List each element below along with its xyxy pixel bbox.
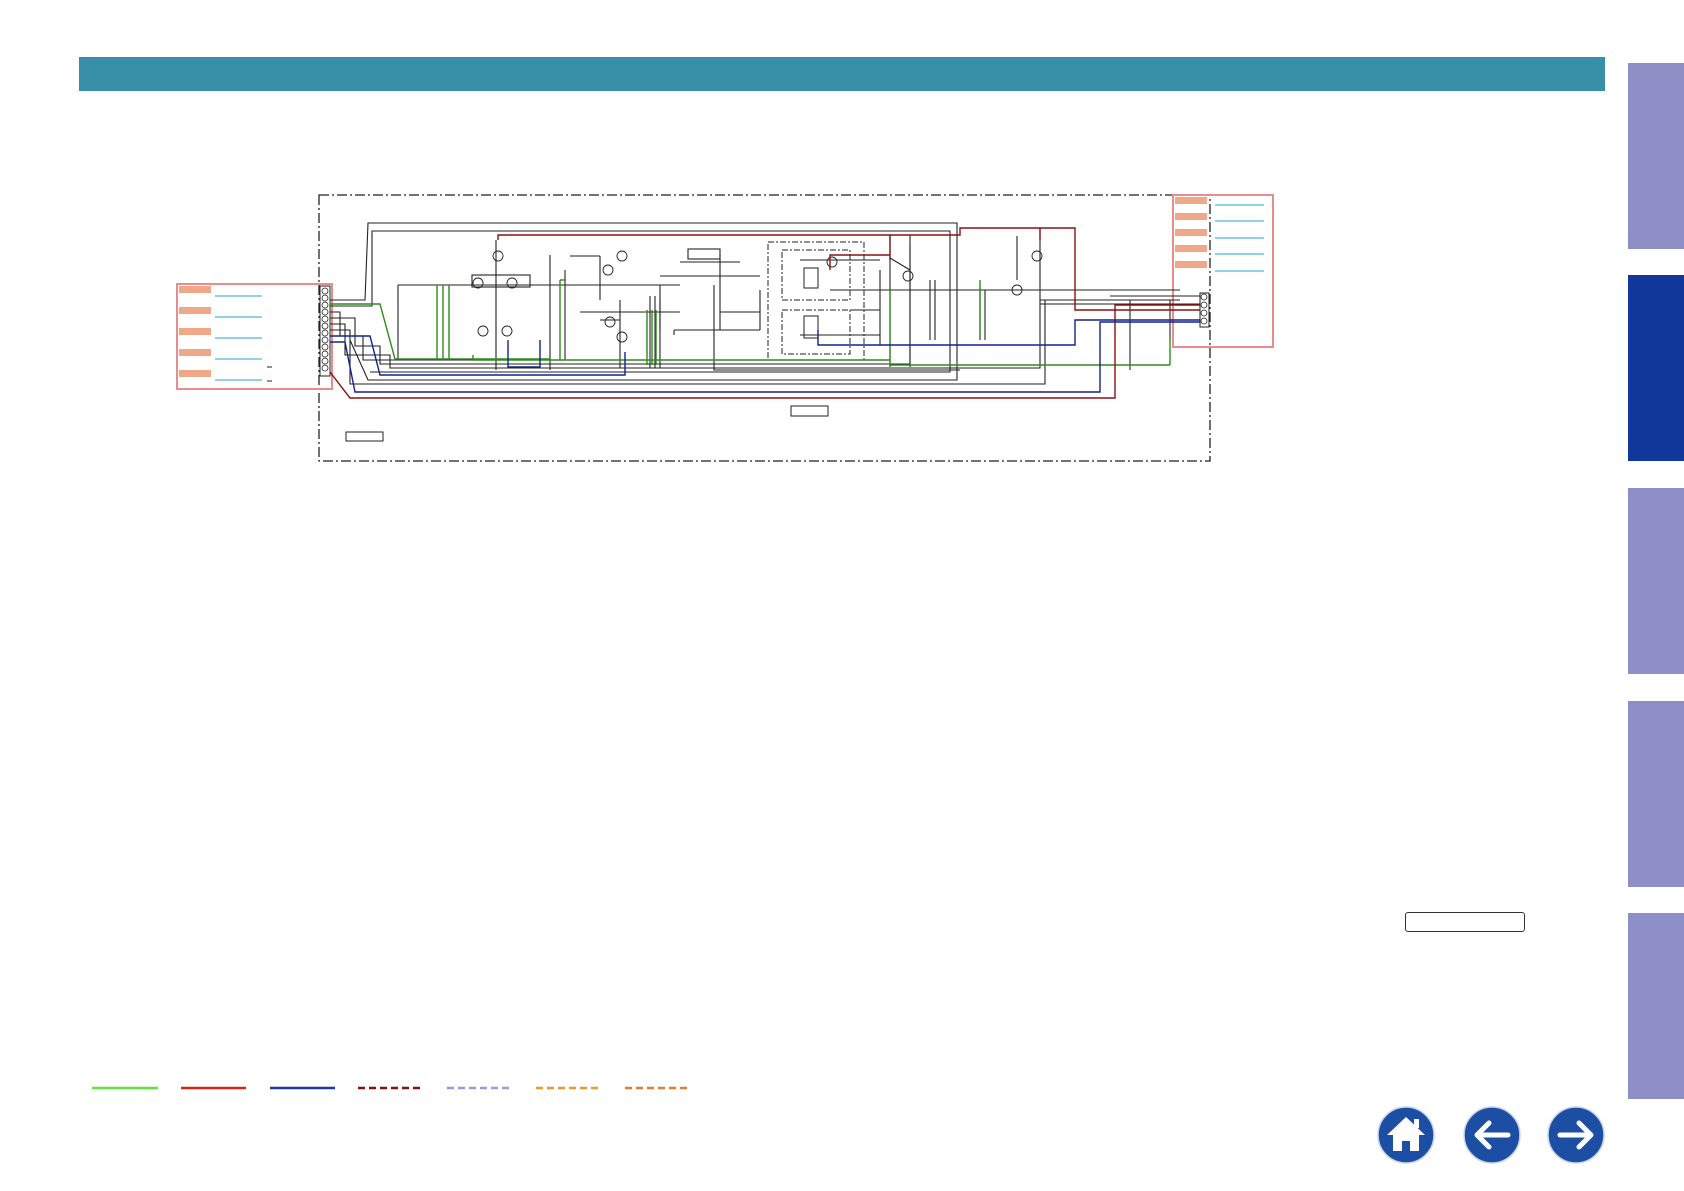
right-connector-block	[1172, 194, 1274, 348]
relay-chips	[803, 267, 819, 339]
back-button[interactable]	[1463, 1106, 1521, 1164]
blue-wiring	[330, 319, 1200, 393]
arrow-left-icon	[1463, 1106, 1521, 1164]
home-button[interactable]	[1377, 1106, 1435, 1164]
ground-label-box	[790, 405, 829, 417]
board-label-box	[345, 431, 384, 442]
reference-label-box	[1405, 912, 1525, 932]
house-icon	[1377, 1106, 1435, 1164]
next-button[interactable]	[1547, 1106, 1605, 1164]
circuit-schematic	[176, 194, 1274, 462]
arrow-right-icon	[1547, 1106, 1605, 1164]
green-wiring	[330, 279, 1171, 366]
left-connector-block	[176, 283, 333, 390]
